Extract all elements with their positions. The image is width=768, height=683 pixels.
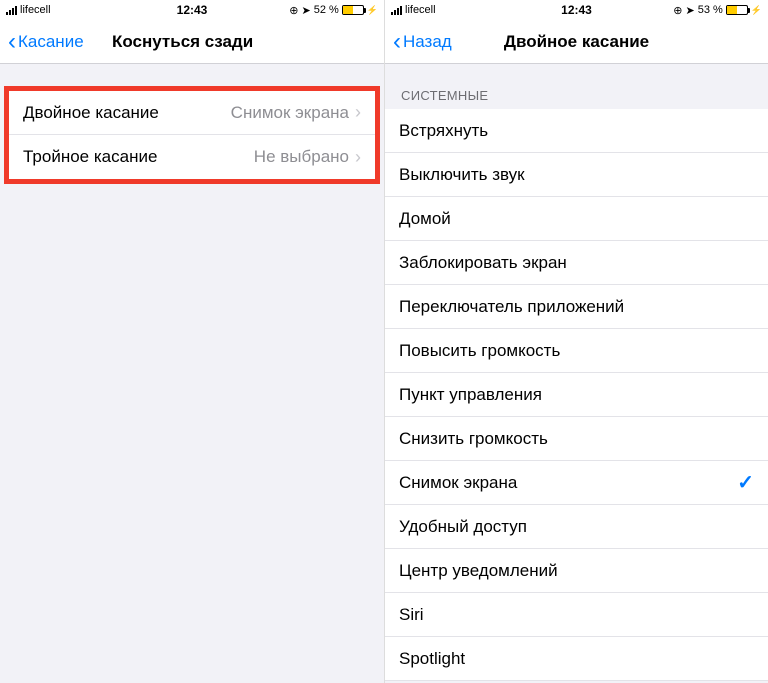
option-row[interactable]: Удобный доступ — [385, 505, 768, 549]
option-label: Снимок экрана — [399, 473, 517, 493]
chevron-right-icon: › — [355, 147, 361, 168]
option-row[interactable]: Переключатель приложений — [385, 285, 768, 329]
section-header-system: СИСТЕМНЫЕ — [385, 64, 768, 109]
option-row[interactable]: Повысить громкость — [385, 329, 768, 373]
row-value: Снимок экрана — [231, 103, 349, 123]
option-row[interactable]: Siri — [385, 593, 768, 637]
battery-icon — [726, 5, 748, 15]
options-list: Встряхнуть Выключить звук Домой Заблокир… — [385, 109, 768, 681]
option-row[interactable]: Снимок экрана ✓ — [385, 461, 768, 505]
status-bar: lifecell 12:43 ⊕ ➤ 52 % ⚡ — [0, 0, 384, 20]
back-button[interactable]: ‹ Назад — [393, 30, 452, 54]
option-row[interactable]: Выключить звук — [385, 153, 768, 197]
row-value: Не выбрано — [254, 147, 349, 167]
option-label: Встряхнуть — [399, 121, 488, 141]
content: СИСТЕМНЫЕ Встряхнуть Выключить звук Домо… — [385, 64, 768, 681]
option-label: Домой — [399, 209, 451, 229]
content: Двойное касание Снимок экрана › Тройное … — [0, 86, 384, 184]
status-time: 12:43 — [0, 3, 384, 17]
option-row[interactable]: Встряхнуть — [385, 109, 768, 153]
option-label: Выключить звук — [399, 165, 525, 185]
row-double-tap[interactable]: Двойное касание Снимок экрана › — [9, 91, 375, 135]
back-label: Назад — [403, 32, 452, 52]
option-row[interactable]: Заблокировать экран — [385, 241, 768, 285]
option-label: Переключатель приложений — [399, 297, 624, 317]
back-label: Касание — [18, 32, 84, 52]
phone-left: lifecell 12:43 ⊕ ➤ 52 % ⚡ ‹ Касание Косн… — [0, 0, 384, 683]
highlighted-group: Двойное касание Снимок экрана › Тройное … — [4, 86, 380, 184]
option-row[interactable]: Spotlight — [385, 637, 768, 681]
option-label: Siri — [399, 605, 424, 625]
option-label: Spotlight — [399, 649, 465, 669]
row-label: Двойное касание — [23, 103, 159, 123]
option-row[interactable]: Центр уведомлений — [385, 549, 768, 593]
option-row[interactable]: Домой — [385, 197, 768, 241]
phone-right: lifecell 12:43 ⊕ ➤ 53 % ⚡ ‹ Назад Двойно… — [384, 0, 768, 683]
chevron-left-icon: ‹ — [393, 30, 401, 54]
chevron-right-icon: › — [355, 102, 361, 123]
back-button[interactable]: ‹ Касание — [8, 30, 84, 54]
option-label: Заблокировать экран — [399, 253, 567, 273]
nav-bar: ‹ Касание Коснуться сзади — [0, 20, 384, 64]
option-label: Пункт управления — [399, 385, 542, 405]
status-bar: lifecell 12:43 ⊕ ➤ 53 % ⚡ — [385, 0, 768, 20]
option-row[interactable]: Снизить громкость — [385, 417, 768, 461]
option-label: Удобный доступ — [399, 517, 527, 537]
nav-bar: ‹ Назад Двойное касание — [385, 20, 768, 64]
option-row[interactable]: Пункт управления — [385, 373, 768, 417]
option-label: Повысить громкость — [399, 341, 560, 361]
status-time: 12:43 — [385, 3, 768, 17]
checkmark-icon: ✓ — [737, 470, 754, 495]
option-label: Центр уведомлений — [399, 561, 558, 581]
row-label: Тройное касание — [23, 147, 157, 167]
chevron-left-icon: ‹ — [8, 30, 16, 54]
battery-icon — [342, 5, 364, 15]
option-label: Снизить громкость — [399, 429, 548, 449]
row-triple-tap[interactable]: Тройное касание Не выбрано › — [9, 135, 375, 179]
